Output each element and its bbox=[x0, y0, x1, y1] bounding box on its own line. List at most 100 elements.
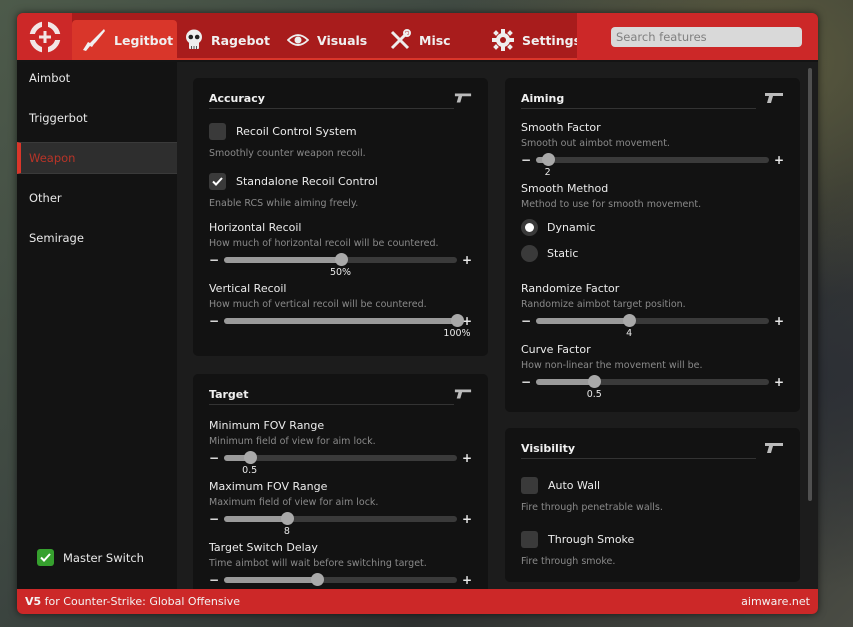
decrement-button[interactable]: − bbox=[521, 375, 531, 389]
search-input[interactable] bbox=[611, 27, 802, 47]
increment-button[interactable]: + bbox=[774, 314, 784, 328]
increment-button[interactable]: + bbox=[462, 512, 472, 526]
through-smoke-checkbox[interactable] bbox=[521, 531, 538, 548]
increment-button[interactable]: + bbox=[462, 573, 472, 587]
pistol-icon bbox=[765, 93, 783, 103]
horizontal-recoil-slider[interactable]: − + bbox=[209, 253, 472, 267]
increment-button[interactable]: + bbox=[462, 451, 472, 465]
sidebar-item-other[interactable]: Other bbox=[17, 182, 177, 214]
slider-track[interactable] bbox=[224, 314, 464, 327]
slider-thumb[interactable] bbox=[243, 451, 257, 464]
footer-bar: V5 for Counter-Strike: Global Offensive … bbox=[17, 589, 818, 614]
group-visibility: Visibility Auto Wall Fire through penetr… bbox=[505, 428, 800, 582]
rcs-checkbox[interactable] bbox=[209, 123, 226, 140]
slider-track[interactable] bbox=[224, 512, 457, 525]
through-smoke-label: Through Smoke bbox=[548, 533, 635, 546]
sidebar: Aimbot Triggerbot Weapon Other Semirage … bbox=[17, 62, 177, 589]
sidebar-item-triggerbot[interactable]: Triggerbot bbox=[17, 102, 177, 134]
max-fov-value-row: 8 bbox=[209, 526, 472, 538]
tab-label: Legitbot bbox=[114, 32, 174, 48]
tab-visuals[interactable]: Visuals bbox=[287, 20, 367, 60]
group-title: Target bbox=[209, 388, 454, 405]
slider-value: 50% bbox=[329, 267, 352, 278]
curve-title: Curve Factor bbox=[521, 343, 591, 356]
switch-delay-slider[interactable]: − + bbox=[209, 573, 472, 587]
slider-thumb[interactable] bbox=[311, 573, 325, 586]
tab-settings[interactable]: Settings bbox=[492, 20, 581, 60]
standalone-rcs-desc: Enable RCS while aiming freely. bbox=[209, 198, 359, 209]
decrement-button[interactable]: − bbox=[209, 253, 219, 267]
radio-button[interactable] bbox=[521, 219, 538, 236]
decrement-button[interactable]: − bbox=[521, 153, 531, 167]
vertical-recoil-slider[interactable]: − + bbox=[209, 314, 472, 328]
eye-icon bbox=[287, 34, 309, 46]
slider-thumb[interactable] bbox=[588, 375, 602, 388]
increment-button[interactable]: + bbox=[774, 375, 784, 389]
sidebar-item-semirage[interactable]: Semirage bbox=[17, 222, 177, 254]
tab-label: Settings bbox=[522, 32, 582, 48]
max-fov-slider[interactable]: − + bbox=[209, 512, 472, 526]
radio-dynamic[interactable]: Dynamic bbox=[521, 219, 784, 236]
gear-icon bbox=[492, 29, 514, 51]
slider-thumb[interactable] bbox=[623, 314, 637, 327]
standalone-rcs-label: Standalone Recoil Control bbox=[236, 175, 378, 188]
increment-button[interactable]: + bbox=[774, 153, 784, 167]
master-switch-checkbox[interactable] bbox=[37, 549, 54, 566]
sidebar-item-weapon[interactable]: Weapon bbox=[17, 142, 177, 174]
slider-track[interactable] bbox=[224, 451, 457, 464]
horizontal-recoil-desc: How much of horizontal recoil will be co… bbox=[209, 238, 439, 249]
horizontal-recoil-value-row: 50% bbox=[209, 267, 472, 279]
decrement-button[interactable]: − bbox=[209, 512, 219, 526]
slider-thumb[interactable] bbox=[334, 253, 348, 266]
smooth-factor-slider[interactable]: − + bbox=[521, 153, 784, 167]
curve-desc: How non-linear the movement will be. bbox=[521, 360, 703, 371]
radio-button[interactable] bbox=[521, 245, 538, 262]
slider-thumb[interactable] bbox=[280, 512, 294, 525]
randomize-slider[interactable]: − + bbox=[521, 314, 784, 328]
tab-ragebot[interactable]: Ragebot bbox=[185, 20, 270, 60]
game-name: for Counter-Strike: Global Offensive bbox=[44, 595, 240, 608]
decrement-button[interactable]: − bbox=[209, 573, 219, 587]
randomize-desc: Randomize aimbot target position. bbox=[521, 299, 686, 310]
slider-track[interactable] bbox=[224, 253, 457, 266]
scrollbar[interactable] bbox=[808, 68, 812, 501]
slider-track[interactable] bbox=[536, 314, 769, 327]
master-switch[interactable]: Master Switch bbox=[37, 549, 144, 566]
slider-value: 2 bbox=[544, 167, 551, 178]
pistol-icon bbox=[454, 389, 472, 399]
slider-thumb[interactable] bbox=[451, 314, 464, 327]
slider-fill bbox=[536, 318, 630, 324]
rifle-icon bbox=[83, 29, 105, 51]
radio-label: Dynamic bbox=[547, 221, 596, 234]
tab-legitbot[interactable]: Legitbot bbox=[72, 20, 177, 60]
rcs-desc: Smoothly counter weapon recoil. bbox=[209, 148, 366, 159]
sidebar-item-aimbot[interactable]: Aimbot bbox=[17, 62, 177, 94]
group-title: Aiming bbox=[521, 92, 756, 109]
vertical-recoil-value-row: 100% bbox=[209, 328, 472, 340]
footer-game-label: V5 for Counter-Strike: Global Offensive bbox=[25, 595, 240, 608]
content-area: Accuracy Recoil Control System Smoothly … bbox=[177, 62, 818, 604]
switch-delay-title: Target Switch Delay bbox=[209, 541, 318, 554]
randomize-value-row: 4 bbox=[521, 328, 784, 340]
standalone-rcs-checkbox[interactable] bbox=[209, 173, 226, 190]
tab-misc[interactable]: Misc bbox=[389, 20, 451, 60]
smooth-method-title: Smooth Method bbox=[521, 182, 609, 195]
slider-track[interactable] bbox=[536, 375, 769, 388]
decrement-button[interactable]: − bbox=[521, 314, 531, 328]
slider-track[interactable] bbox=[224, 573, 457, 586]
version-label: V5 bbox=[25, 595, 42, 608]
increment-button[interactable]: + bbox=[462, 253, 472, 267]
slider-fill bbox=[224, 257, 341, 263]
slider-track[interactable] bbox=[536, 153, 769, 166]
autowall-checkbox[interactable] bbox=[521, 477, 538, 494]
min-fov-slider[interactable]: − + bbox=[209, 451, 472, 465]
curve-slider[interactable]: − + bbox=[521, 375, 784, 389]
decrement-button[interactable]: − bbox=[209, 314, 219, 328]
decrement-button[interactable]: − bbox=[209, 451, 219, 465]
logo bbox=[17, 13, 72, 60]
site-link[interactable]: aimware.net bbox=[741, 595, 810, 608]
radio-static[interactable]: Static bbox=[521, 245, 784, 262]
tab-label: Misc bbox=[419, 32, 451, 48]
slider-thumb[interactable] bbox=[541, 153, 555, 166]
max-fov-title: Maximum FOV Range bbox=[209, 480, 328, 493]
